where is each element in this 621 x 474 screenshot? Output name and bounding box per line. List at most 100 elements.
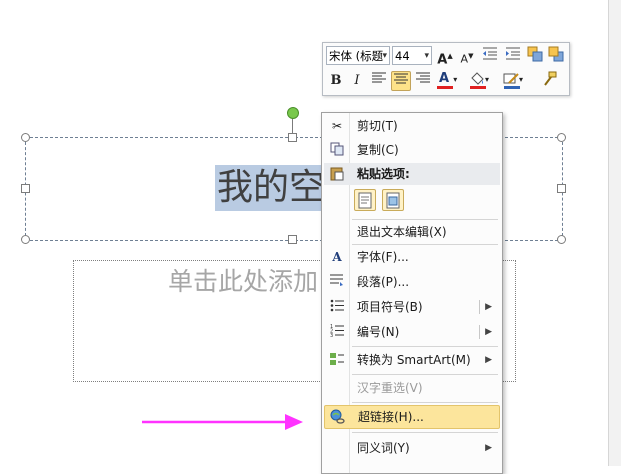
menu-item-hyperlink[interactable]: 超链接(H)... — [324, 405, 500, 429]
submenu-split — [479, 325, 480, 339]
menu-item-convert-smartart[interactable]: 转换为 SmartArt(M) ▶ — [324, 349, 500, 371]
outline-color-swatch — [504, 86, 520, 89]
menu-item-copy[interactable]: 复制(C) — [324, 139, 500, 161]
send-backward-icon — [548, 46, 564, 62]
align-right-button[interactable] — [413, 71, 433, 91]
resize-handle-bottom-left[interactable] — [21, 235, 30, 244]
menu-item-cut[interactable]: ✂ 剪切(T) — [324, 115, 500, 137]
slide-canvas: 我的空 单击此处添加 宋体 (标题 ▾ 44 ▾ A▲ A▼ B I A ▾ ▾… — [0, 0, 621, 474]
menu-item-bullets[interactable]: 项目符号(B) ▶ — [324, 296, 500, 318]
copy-icon — [329, 142, 345, 158]
grow-font-button[interactable]: A▲ — [435, 46, 455, 68]
paste-icon — [329, 166, 345, 182]
menu-item-synonyms[interactable]: 同义词(Y) ▶ — [324, 437, 500, 459]
menu-item-label: 超链接(H)... — [358, 410, 424, 424]
chevron-right-icon: ▶ — [485, 443, 492, 453]
smartart-icon — [329, 352, 345, 368]
chevron-down-icon: ▾ — [382, 51, 387, 61]
menu-separator — [352, 374, 498, 375]
increase-indent-button[interactable] — [503, 46, 523, 66]
paste-keep-text-button[interactable] — [354, 189, 376, 211]
menu-item-label: 转换为 SmartArt(M) — [357, 353, 471, 367]
font-color-swatch — [437, 86, 453, 89]
menu-item-label: 段落(P)... — [357, 275, 410, 289]
paragraph-icon — [329, 274, 345, 290]
subtitle-placeholder-text: 单击此处添加 — [168, 267, 319, 296]
align-left-button[interactable] — [369, 71, 389, 91]
outline-color-button[interactable]: ▾ — [503, 69, 533, 89]
font-color-button[interactable]: A ▾ — [436, 69, 464, 89]
resize-handle-top[interactable] — [288, 133, 297, 142]
chevron-right-icon[interactable]: ▶ — [485, 321, 492, 343]
decrease-indent-icon — [483, 47, 497, 60]
align-right-icon — [416, 72, 430, 83]
font-name-combo[interactable]: 宋体 (标题 ▾ — [326, 46, 390, 65]
menu-item-label: 汉字重选(V) — [357, 381, 423, 395]
bold-button[interactable]: B — [326, 71, 346, 91]
decrease-indent-button[interactable] — [480, 46, 500, 66]
grow-font-icon: A — [437, 52, 448, 68]
scissors-icon: ✂ — [331, 119, 343, 133]
shrink-font-button[interactable]: A▼ — [457, 46, 477, 66]
format-painter-icon — [544, 71, 557, 86]
menu-item-paste-options: 粘贴选项: — [324, 163, 500, 185]
menu-item-paragraph[interactable]: 段落(P)... — [324, 271, 500, 293]
font-icon: A — [332, 250, 342, 264]
menu-item-font[interactable]: A 字体(F)... — [324, 246, 500, 268]
font-name-value: 宋体 (标题 — [329, 49, 384, 63]
resize-handle-top-right[interactable] — [557, 133, 566, 142]
increase-indent-icon — [506, 47, 520, 60]
fill-color-button[interactable]: ▾ — [469, 69, 499, 89]
menu-item-hanzi-reselect: 汉字重选(V) — [324, 377, 500, 399]
menu-item-label: 退出文本编辑(X) — [357, 225, 447, 239]
window-edge — [608, 0, 621, 466]
format-painter-button[interactable] — [540, 71, 560, 91]
chevron-right-icon[interactable]: ▶ — [485, 296, 492, 318]
menu-separator — [352, 219, 498, 220]
menu-item-label: 剪切(T) — [357, 119, 398, 133]
fill-color-swatch — [470, 86, 486, 89]
menu-item-label: 粘贴选项: — [357, 167, 410, 181]
menu-item-exit-text-edit[interactable]: 退出文本编辑(X) — [324, 221, 500, 243]
resize-handle-right[interactable] — [557, 184, 566, 193]
rotation-handle[interactable] — [287, 107, 299, 119]
menu-item-label: 项目符号(B) — [357, 300, 423, 314]
context-menu: ✂ 剪切(T) 复制(C) 粘贴选项: 退出文本编辑(X) A 字体(F)...… — [321, 112, 503, 474]
menu-item-label: 字体(F)... — [357, 250, 409, 264]
font-size-value: 44 — [395, 49, 410, 63]
menu-separator — [352, 432, 498, 433]
paste-text-icon — [358, 192, 372, 209]
chevron-down-icon: ▾ — [424, 51, 429, 61]
menu-item-label: 编号(N) — [357, 325, 400, 339]
menu-separator — [352, 346, 498, 347]
chevron-down-icon: ▾ — [519, 75, 524, 84]
align-left-icon — [372, 72, 386, 83]
resize-handle-bottom[interactable] — [288, 235, 297, 244]
annotation-arrow-icon — [142, 414, 303, 430]
menu-item-label: 复制(C) — [357, 143, 399, 157]
numbering-icon: 123 — [329, 324, 345, 340]
chevron-right-icon: ▶ — [485, 355, 492, 365]
italic-button[interactable]: I — [347, 71, 367, 91]
menu-separator — [352, 244, 498, 245]
menu-item-numbering[interactable]: 123 编号(N) ▶ — [324, 321, 500, 343]
align-center-button[interactable] — [391, 71, 411, 91]
chevron-down-icon: ▾ — [453, 75, 458, 84]
title-text-selected[interactable]: 我的空 — [215, 165, 328, 211]
paste-picture-button[interactable] — [382, 189, 404, 211]
shrink-font-icon: A — [460, 52, 469, 66]
submenu-split — [479, 300, 480, 314]
align-center-icon — [394, 73, 408, 84]
resize-handle-left[interactable] — [21, 184, 30, 193]
pen-icon — [503, 72, 519, 84]
resize-handle-top-left[interactable] — [21, 133, 30, 142]
menu-separator — [352, 402, 498, 403]
bullets-icon — [329, 299, 345, 315]
send-backward-button[interactable] — [546, 46, 566, 66]
resize-handle-bottom-right[interactable] — [557, 235, 566, 244]
bring-forward-button[interactable] — [525, 46, 545, 66]
hyperlink-icon — [330, 409, 346, 425]
font-size-combo[interactable]: 44 ▾ — [392, 46, 432, 65]
mini-toolbar: 宋体 (标题 ▾ 44 ▾ A▲ A▼ B I A ▾ ▾ ▾ — [322, 42, 570, 96]
paint-bucket-icon — [471, 71, 484, 85]
